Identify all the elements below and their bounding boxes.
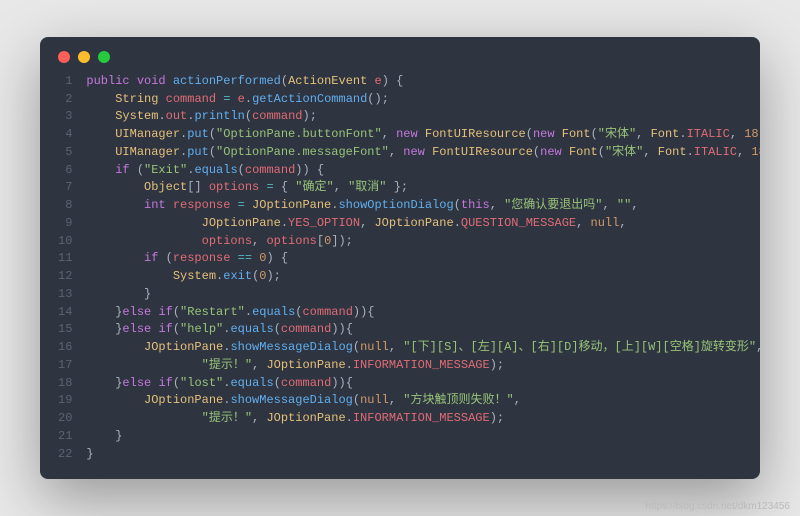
code-line: }else if("help".equals(command)){	[86, 321, 760, 339]
line-number: 16	[58, 339, 72, 357]
line-number: 5	[58, 144, 72, 162]
line-number: 2	[58, 91, 72, 109]
line-number: 22	[58, 446, 72, 464]
line-number: 6	[58, 162, 72, 180]
line-number: 21	[58, 428, 72, 446]
line-number: 18	[58, 375, 72, 393]
code-content: public void actionPerformed(ActionEvent …	[86, 73, 760, 464]
code-line: if (response == 0) {	[86, 250, 760, 268]
code-line: JOptionPane.showMessageDialog(null, "方块触…	[86, 392, 760, 410]
code-window: 12345678910111213141516171819202122 publ…	[40, 37, 760, 480]
titlebar	[58, 51, 742, 63]
code-line: UIManager.put("OptionPane.messageFont", …	[86, 144, 760, 162]
zoom-icon[interactable]	[98, 51, 110, 63]
close-icon[interactable]	[58, 51, 70, 63]
code-line: "提示！", JOptionPane.INFORMATION_MESSAGE);	[86, 357, 760, 375]
line-number: 1	[58, 73, 72, 91]
watermark-text: https://blog.csdn.net/dkm123456	[645, 501, 790, 512]
line-number: 11	[58, 250, 72, 268]
code-area: 12345678910111213141516171819202122 publ…	[58, 73, 742, 464]
line-number: 15	[58, 321, 72, 339]
line-number: 9	[58, 215, 72, 233]
code-line: if ("Exit".equals(command)) {	[86, 162, 760, 180]
code-line: }	[86, 428, 760, 446]
code-line: Object[] options = { "确定", "取消" };	[86, 179, 760, 197]
line-number-gutter: 12345678910111213141516171819202122	[58, 73, 86, 464]
line-number: 3	[58, 108, 72, 126]
code-line: UIManager.put("OptionPane.buttonFont", n…	[86, 126, 760, 144]
code-line: }	[86, 446, 760, 464]
code-line: }	[86, 286, 760, 304]
line-number: 8	[58, 197, 72, 215]
code-line: String command = e.getActionCommand();	[86, 91, 760, 109]
code-line: JOptionPane.YES_OPTION, JOptionPane.QUES…	[86, 215, 760, 233]
code-line: JOptionPane.showMessageDialog(null, "[下]…	[86, 339, 760, 357]
line-number: 14	[58, 304, 72, 322]
line-number: 17	[58, 357, 72, 375]
code-line: System.out.println(command);	[86, 108, 760, 126]
line-number: 12	[58, 268, 72, 286]
code-line: public void actionPerformed(ActionEvent …	[86, 73, 760, 91]
code-line: System.exit(0);	[86, 268, 760, 286]
minimize-icon[interactable]	[78, 51, 90, 63]
code-line: }else if("Restart".equals(command)){	[86, 304, 760, 322]
code-line: options, options[0]);	[86, 233, 760, 251]
line-number: 4	[58, 126, 72, 144]
line-number: 13	[58, 286, 72, 304]
code-line: }else if("lost".equals(command)){	[86, 375, 760, 393]
code-line: int response = JOptionPane.showOptionDia…	[86, 197, 760, 215]
line-number: 19	[58, 392, 72, 410]
line-number: 7	[58, 179, 72, 197]
line-number: 20	[58, 410, 72, 428]
code-line: "提示！", JOptionPane.INFORMATION_MESSAGE);	[86, 410, 760, 428]
line-number: 10	[58, 233, 72, 251]
